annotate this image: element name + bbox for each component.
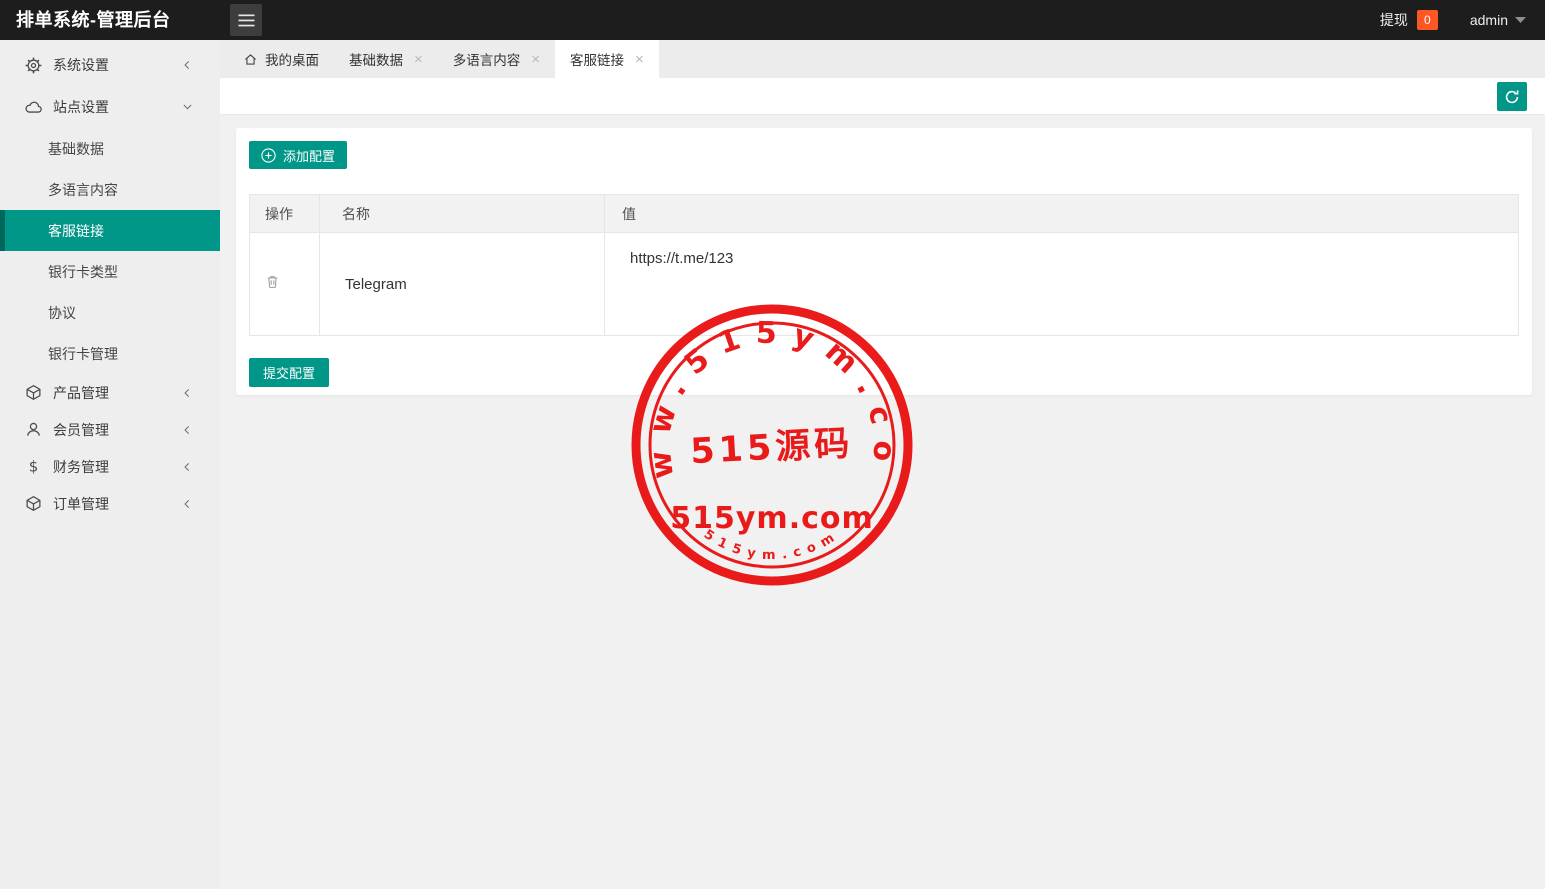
sidebar-item-order-manage[interactable]: 订单管理 — [0, 485, 220, 522]
header-right-cluster: 提现 0 admin — [1380, 0, 1526, 40]
dollar-icon: $ — [25, 458, 42, 475]
refresh-button[interactable] — [1497, 82, 1527, 111]
sidebar-item-label: 会员管理 — [53, 420, 109, 440]
cloud-icon — [25, 99, 42, 116]
home-icon — [243, 52, 258, 67]
sidebar-item-finance-manage[interactable]: $ 财务管理 — [0, 448, 220, 485]
tab-multilang-content[interactable]: 多语言内容 × — [438, 40, 555, 78]
table-header-row: 操作 名称 值 — [250, 195, 1519, 233]
gear-icon — [25, 57, 42, 74]
sidebar-item-basic-data[interactable]: 基础数据 — [0, 128, 220, 169]
sidebar: 系统设置 站点设置 基础数据 多语言内容 客服链接 银行卡类型 协议 银行卡管理… — [0, 40, 220, 889]
cube-icon — [25, 495, 42, 512]
top-header: 排单系统-管理后台 提现 0 admin — [0, 0, 1545, 40]
add-config-label: 添加配置 — [283, 146, 335, 165]
submit-config-label: 提交配置 — [263, 363, 315, 382]
tab-bar: 我的桌面 基础数据 × 多语言内容 × 客服链接 × — [220, 40, 1545, 78]
sidebar-item-label: 系统设置 — [53, 55, 109, 75]
config-table: 操作 名称 值 Telegram h — [249, 194, 1519, 336]
svg-text:$: $ — [29, 458, 38, 475]
app-title: 排单系统-管理后台 — [16, 0, 171, 40]
sidebar-item-label: 财务管理 — [53, 457, 109, 477]
sidebar-item-label: 订单管理 — [53, 494, 109, 514]
chevron-left-icon — [181, 386, 194, 399]
column-header-value: 值 — [605, 195, 1519, 233]
sidebar-item-bankcard-manage[interactable]: 银行卡管理 — [0, 333, 220, 374]
add-config-button[interactable]: 添加配置 — [249, 141, 347, 169]
sidebar-item-label: 产品管理 — [53, 383, 109, 403]
sidebar-item-agreement[interactable]: 协议 — [0, 292, 220, 333]
hamburger-icon — [238, 14, 255, 27]
tab-label: 我的桌面 — [265, 49, 319, 69]
config-name-cell: Telegram — [320, 233, 605, 336]
stamp-domain-text: 515ym.com — [670, 501, 874, 536]
submit-config-button[interactable]: 提交配置 — [249, 358, 329, 387]
tab-label: 客服链接 — [570, 49, 624, 69]
sidebar-item-multilang-content[interactable]: 多语言内容 — [0, 169, 220, 210]
trash-icon — [265, 274, 280, 289]
chevron-down-icon — [181, 101, 194, 114]
close-icon[interactable]: × — [414, 52, 423, 67]
sidebar-item-product-manage[interactable]: 产品管理 — [0, 374, 220, 411]
delete-row-button[interactable] — [265, 274, 280, 289]
table-row: Telegram https://t.me/123 — [250, 233, 1519, 336]
tab-label: 基础数据 — [349, 49, 403, 69]
sidebar-item-site-settings[interactable]: 站点设置 — [0, 86, 220, 128]
stamp-center-text: 515源码 — [689, 424, 854, 472]
refresh-icon — [1504, 89, 1520, 105]
plus-circle-icon — [261, 148, 276, 163]
chevron-left-icon — [181, 460, 194, 473]
column-header-name: 名称 — [320, 195, 605, 233]
sidebar-item-system-settings[interactable]: 系统设置 — [0, 44, 220, 86]
column-header-action: 操作 — [250, 195, 320, 233]
sidebar-item-label: 站点设置 — [53, 97, 109, 117]
tab-service-links[interactable]: 客服链接 × — [555, 40, 659, 78]
stamp-arc-bottom-text: 515ym.com — [701, 527, 843, 563]
menu-toggle-button[interactable] — [230, 4, 262, 36]
close-icon[interactable]: × — [635, 52, 644, 67]
chevron-left-icon — [181, 59, 194, 72]
sidebar-item-service-links[interactable]: 客服链接 — [0, 210, 220, 251]
tab-basic-data[interactable]: 基础数据 × — [334, 40, 438, 78]
user-icon — [25, 421, 42, 438]
user-menu[interactable]: admin — [1470, 12, 1508, 28]
chevron-left-icon — [181, 497, 194, 510]
page-toolbar — [220, 78, 1545, 115]
chevron-down-icon — [1515, 17, 1526, 23]
cube-icon — [25, 384, 42, 401]
close-icon[interactable]: × — [531, 52, 540, 67]
sidebar-item-bankcard-type[interactable]: 银行卡类型 — [0, 251, 220, 292]
config-card: 添加配置 操作 名称 值 — [236, 128, 1532, 395]
chevron-left-icon — [181, 423, 194, 436]
tab-label: 多语言内容 — [453, 49, 521, 69]
sidebar-item-member-manage[interactable]: 会员管理 — [0, 411, 220, 448]
config-value-cell[interactable]: https://t.me/123 — [605, 233, 1519, 336]
withdraw-count-badge: 0 — [1417, 10, 1438, 30]
sidebar-submenu-site-settings: 基础数据 多语言内容 客服链接 银行卡类型 协议 银行卡管理 — [0, 128, 220, 374]
withdraw-link[interactable]: 提现 — [1380, 10, 1408, 30]
tab-home[interactable]: 我的桌面 — [228, 40, 334, 78]
